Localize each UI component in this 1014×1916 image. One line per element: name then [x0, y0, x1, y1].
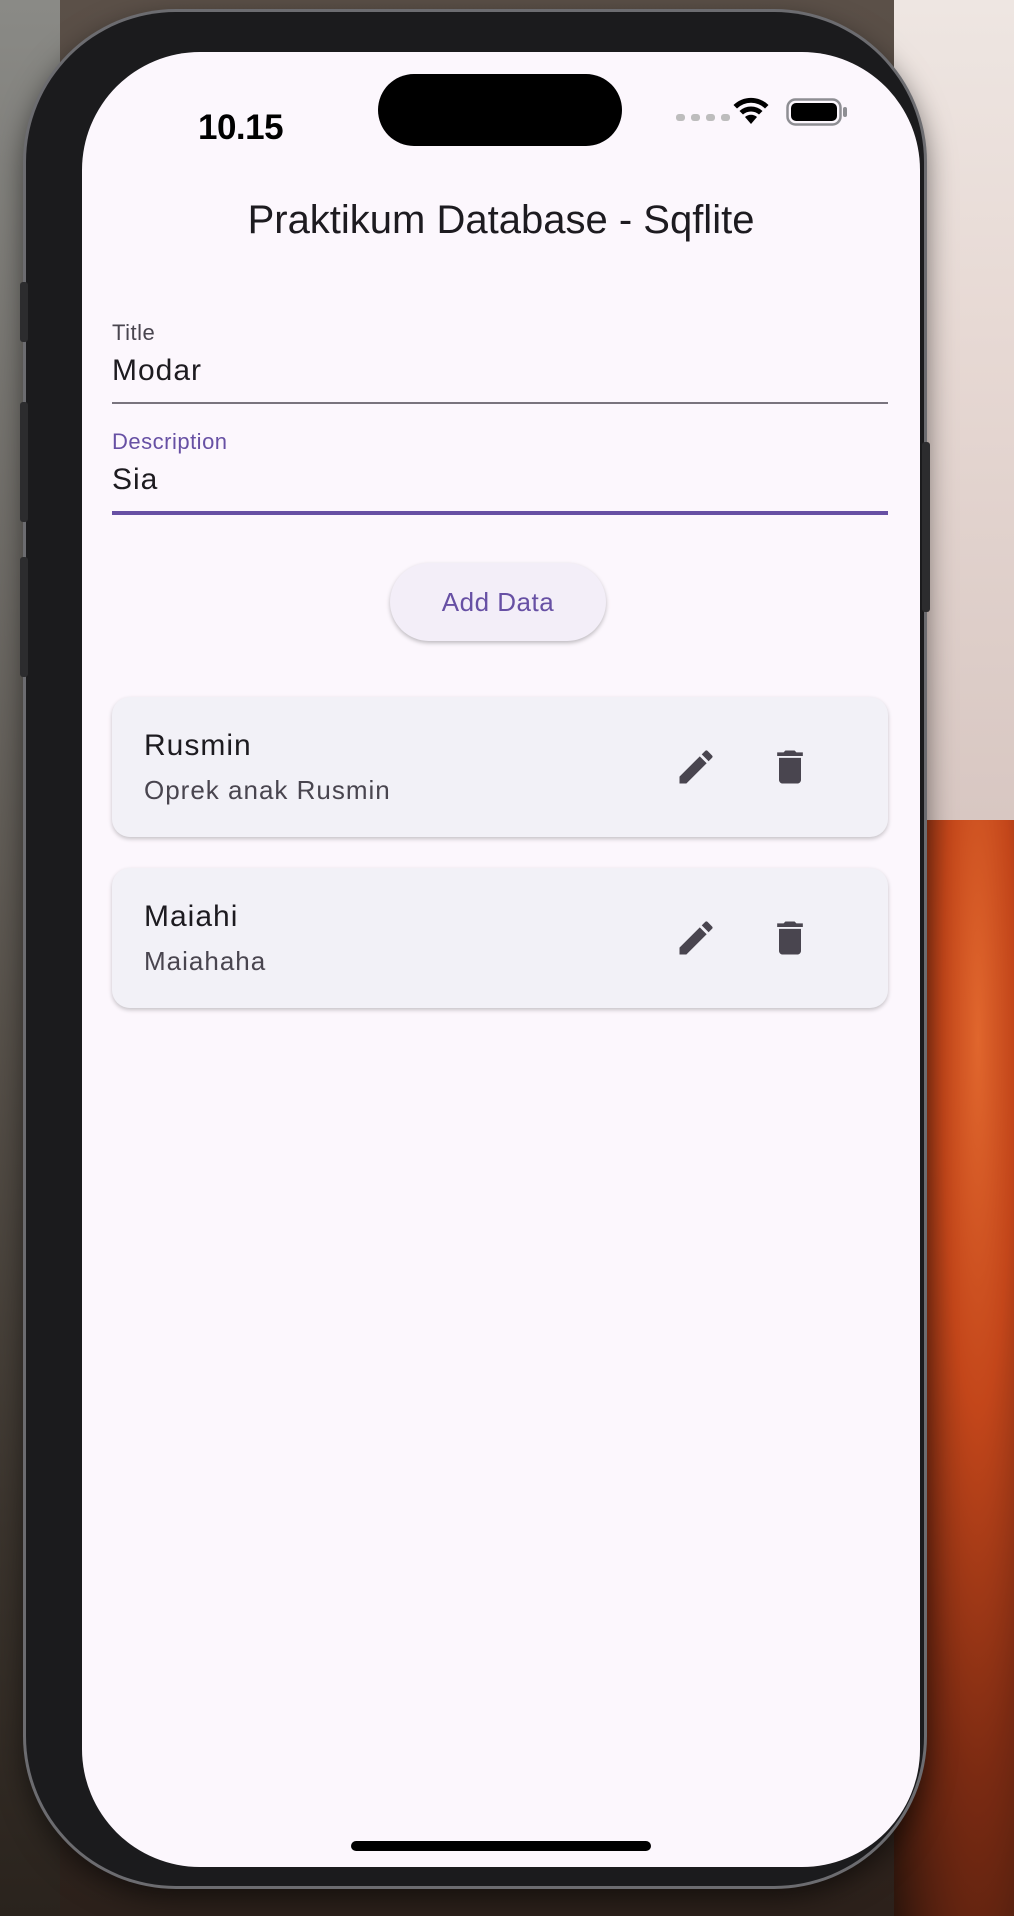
volume-up-button — [20, 402, 28, 522]
dynamic-island — [378, 74, 622, 146]
phone-screen: 10.15 Praktikum Database - Sqflite Title… — [82, 52, 920, 1867]
cellular-signal-icon — [676, 114, 730, 121]
list-item-description: Maiahaha — [144, 946, 267, 976]
status-time: 10.15 — [198, 108, 284, 147]
delete-icon[interactable] — [766, 914, 814, 962]
list-item-title: Maiahi — [144, 900, 239, 933]
title-field-underline — [112, 402, 888, 404]
battery-icon — [786, 98, 847, 126]
ring-switch — [20, 282, 28, 342]
list-item: Maiahi Maiahaha — [112, 868, 888, 1008]
power-button — [922, 442, 930, 612]
delete-icon[interactable] — [766, 743, 814, 791]
add-data-button[interactable]: Add Data — [390, 563, 606, 641]
edit-icon[interactable] — [672, 914, 720, 962]
list-item-description: Oprek anak Rusmin — [144, 775, 391, 805]
list-item: Rusmin Oprek anak Rusmin — [112, 697, 888, 837]
wifi-icon — [733, 97, 769, 124]
home-indicator[interactable] — [351, 1841, 651, 1851]
title-input[interactable]: Modar — [112, 354, 888, 394]
description-field-underline — [112, 511, 888, 515]
title-field[interactable]: Title Modar — [112, 320, 888, 404]
simulator-phone-frame: 10.15 Praktikum Database - Sqflite Title… — [20, 12, 930, 1886]
description-field-label: Description — [112, 429, 228, 454]
volume-down-button — [20, 557, 28, 677]
description-input[interactable]: Sia — [112, 463, 888, 503]
title-field-label: Title — [112, 320, 156, 345]
page-title: Praktikum Database - Sqflite — [247, 198, 755, 242]
description-field[interactable]: Description Sia — [112, 429, 888, 515]
edit-icon[interactable] — [672, 743, 720, 791]
list-item-title: Rusmin — [144, 729, 252, 762]
